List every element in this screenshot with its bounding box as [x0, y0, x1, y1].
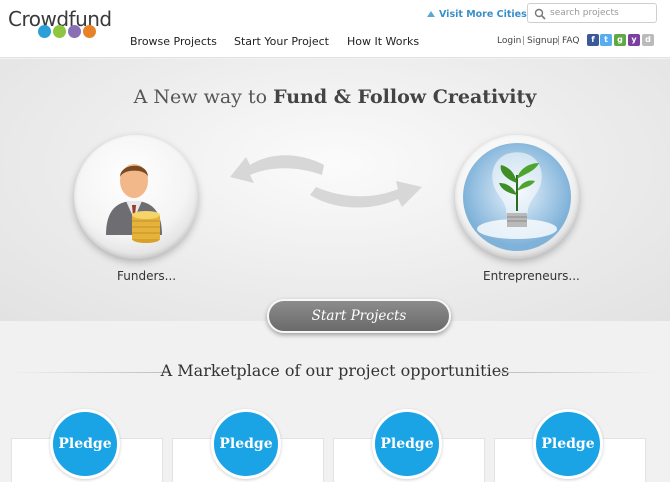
- yahoo-icon[interactable]: y: [628, 34, 640, 46]
- search-box[interactable]: [527, 3, 657, 23]
- visit-more-cities-label: Visit More Cities: [439, 9, 527, 20]
- pledge-button[interactable]: Pledge: [50, 409, 120, 479]
- search-icon: [534, 8, 546, 20]
- nav-start-your-project[interactable]: Start Your Project: [234, 35, 329, 48]
- logo-dot: [83, 25, 96, 38]
- hero-tagline: A New way to Fund & Follow Creativity: [0, 86, 670, 108]
- login-link[interactable]: Login: [497, 36, 521, 46]
- funders-circle[interactable]: [74, 135, 198, 259]
- separator: |: [557, 36, 561, 46]
- funders-label: Funders...: [117, 269, 177, 283]
- nav-browse-projects[interactable]: Browse Projects: [130, 35, 217, 48]
- logo-dots: [38, 25, 98, 39]
- pledge-button[interactable]: Pledge: [533, 409, 603, 479]
- start-projects-button[interactable]: Start Projects: [267, 299, 451, 333]
- divider: [500, 372, 660, 373]
- tagline-bold: Fund & Follow Creativity: [273, 86, 537, 108]
- marketplace-title: A Marketplace of our project opportuniti…: [160, 361, 510, 380]
- logo-dot: [38, 25, 51, 38]
- faq-link[interactable]: FAQ: [562, 36, 579, 46]
- logo-dot: [53, 25, 66, 38]
- facebook-icon[interactable]: f: [587, 34, 599, 46]
- logo-dot: [68, 25, 81, 38]
- entrepreneurs-circle[interactable]: [455, 135, 579, 259]
- separator: |: [522, 36, 526, 46]
- nav-how-it-works[interactable]: How It Works: [347, 35, 419, 48]
- search-input[interactable]: [550, 6, 654, 20]
- delicious-icon[interactable]: d: [642, 34, 654, 46]
- pledge-button[interactable]: Pledge: [372, 409, 442, 479]
- lightbulb-plant-icon: [463, 143, 571, 251]
- signup-link[interactable]: Signup: [527, 36, 558, 46]
- twitter-icon[interactable]: t: [600, 34, 612, 46]
- pledge-button[interactable]: Pledge: [211, 409, 281, 479]
- funder-person-icon: [106, 164, 162, 243]
- triangle-up-icon: [427, 11, 435, 17]
- entrepreneurs-label: Entrepreneurs...: [483, 269, 580, 283]
- swap-arrows-icon: [230, 155, 422, 208]
- google-plus-icon[interactable]: g: [614, 34, 626, 46]
- site-header: Crowdfund Browse Projects Start Your Pro…: [0, 0, 670, 58]
- visit-more-cities-link[interactable]: Visit More Cities: [427, 9, 527, 20]
- tagline-plain: A New way to: [133, 86, 274, 108]
